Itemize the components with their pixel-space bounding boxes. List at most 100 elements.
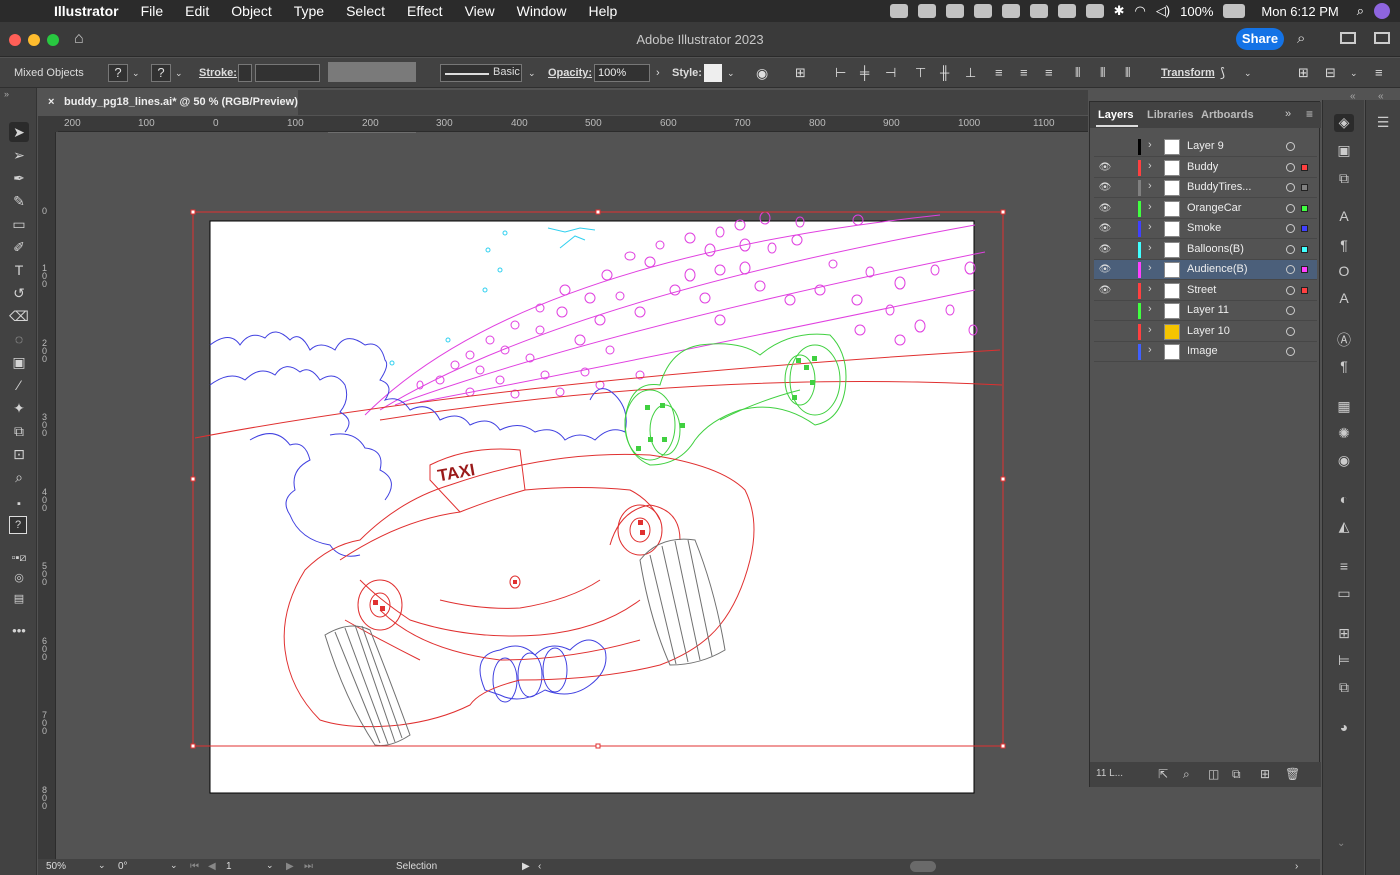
close-document-icon[interactable]: × [48,90,54,115]
menu-type[interactable]: Type [294,3,324,19]
eye-hidden-icon[interactable] [1098,141,1112,153]
transform-link[interactable]: Transform [1161,58,1215,88]
chevron-right-icon[interactable]: › [1148,201,1152,213]
clock[interactable]: Mon 6:12 PM [1261,4,1338,19]
collapse-properties-icon[interactable]: « [1378,91,1384,102]
eye-icon[interactable]: 👁 [1098,182,1112,194]
chevron-right-icon[interactable]: › [1148,139,1152,151]
layer-row[interactable]: 👁 › Balloons(B) [1094,240,1317,260]
layer-name[interactable]: Smoke [1187,222,1221,234]
time-machine-icon[interactable] [1085,4,1104,18]
type-tool-icon[interactable]: T [9,260,29,280]
first-artboard-icon[interactable]: ⏮ [190,861,199,872]
color-panel-icon[interactable]: ◐ [1334,491,1354,509]
scroll-right-icon[interactable]: › [1295,861,1298,872]
fill-dropdown-chevron-icon[interactable]: ⌄ [132,58,140,88]
drive-icon[interactable] [889,4,908,18]
layer-name[interactable]: Layer 11 [1187,304,1229,316]
cloud-icon[interactable] [1001,4,1020,18]
zoom-tool-icon[interactable]: ⌕ [9,467,29,487]
graphic-style-swatch[interactable] [704,64,722,82]
chevron-right-icon[interactable]: › [1148,160,1152,172]
align-left-icon[interactable]: ⊢ [835,58,846,88]
artboard[interactable] [209,220,975,794]
layer-row[interactable]: › Layer 9 [1094,137,1317,157]
brush-dropdown-chevron-icon[interactable]: ⌄ [528,58,536,88]
transform-options-icon[interactable]: ⟆ [1220,58,1225,88]
stroke-weight-input[interactable] [255,64,320,82]
creative-cloud-icon[interactable] [917,4,936,18]
rotation-chevron-icon[interactable]: ⌄ [170,860,178,871]
chevron-right-icon[interactable]: › [1148,303,1152,315]
chevron-right-icon[interactable]: › [1148,221,1152,233]
eyedropper-tool-icon[interactable]: ⁄ [9,375,29,395]
target-circle-icon[interactable] [1286,244,1295,254]
new-sublayer-icon[interactable]: ⧉ [1232,767,1241,782]
layer-name[interactable]: Layer 10 [1187,325,1230,337]
align-vcenter-icon[interactable]: ╫ [940,58,949,88]
color-guide-icon[interactable]: ◭ [1334,518,1354,536]
eye-hidden-icon[interactable] [1098,346,1112,358]
eye-icon[interactable]: 👁 [1098,285,1112,297]
pathfinder-panel-icon[interactable]: ⧉ [1334,679,1354,697]
swatches-panel-icon[interactable]: ▦ [1334,398,1354,416]
eye-icon[interactable]: 👁 [1098,162,1112,174]
trash-icon[interactable]: 🗑 [1285,767,1300,781]
lock-toggle[interactable] [1116,222,1130,236]
layer-row[interactable]: 👁 › OrangeCar [1094,199,1317,219]
selection-square[interactable] [1301,163,1308,171]
panel-expand-icon[interactable]: » [1285,108,1291,120]
control-bar-menu-icon[interactable]: ≡ [1375,58,1383,88]
selection-square[interactable] [1301,225,1308,232]
horizontal-ruler[interactable]: 200 100 0 100 200 300 400 500 600 700 80… [58,116,1088,132]
style-dropdown-chevron-icon[interactable]: ⌄ [727,58,735,88]
eye-icon[interactable]: 👁 [1098,223,1112,235]
layer-row[interactable]: 👁 › Smoke [1094,219,1317,239]
puppet-warp-tool-icon[interactable]: ✦ [9,398,29,418]
layers-panel-icon[interactable]: ◈ [1334,114,1354,132]
distribute-right-icon[interactable]: ⫴ [1125,58,1130,88]
eye-icon[interactable]: 👁 [1098,264,1112,276]
lasso-tool-icon[interactable]: ◌ [9,329,29,349]
lock-toggle[interactable] [1116,181,1130,195]
chevron-right-icon[interactable]: › [1148,283,1152,295]
layer-row[interactable]: › Layer 11 [1094,301,1317,321]
next-artboard-icon[interactable]: ▶ [286,861,294,872]
horizontal-scrollbar-thumb[interactable] [910,861,936,872]
brush-definition-box[interactable]: Basic [440,64,522,82]
layer-name[interactable]: Layer 9 [1187,140,1224,152]
share-button[interactable]: Share [1236,28,1284,50]
paintbrush-tool-icon[interactable]: ✐ [9,237,29,257]
panel-menu-icon[interactable]: ≡ [1306,107,1313,121]
volume-icon[interactable]: ◁) [1156,3,1170,19]
wifi-icon[interactable]: ◠ [1134,3,1145,19]
collect-for-export-icon[interactable]: ⇱ [1158,767,1168,781]
status-menu-icon[interactable]: ▶ [522,861,530,872]
make-clipping-mask-icon[interactable]: ◫ [1208,767,1219,781]
menu-object[interactable]: Object [231,3,271,19]
character-panel-icon[interactable]: A [1334,208,1354,226]
tab-layers[interactable]: Layers [1098,109,1133,121]
distribute-vcenter-icon[interactable]: ≡ [1020,58,1028,88]
stroke-weight-stepper[interactable] [238,64,252,82]
layer-name[interactable]: BuddyTires... [1187,181,1251,193]
chevron-right-icon[interactable]: › [1148,344,1152,356]
brushes-panel-icon[interactable]: ✺ [1334,425,1354,443]
gradient-panel-icon[interactable]: ▭ [1334,585,1354,603]
layer-name[interactable]: Street [1187,284,1216,296]
eraser-tool-icon[interactable]: ⌫ [9,306,29,326]
document-tab[interactable]: × buddy_pg18_lines.ai* @ 50 % (RGB/Previ… [38,90,298,115]
menu-select[interactable]: Select [346,3,385,19]
distribute-hcenter-icon[interactable]: ⫴ [1100,58,1105,88]
libraries-panel-icon[interactable]: ▣ [1334,142,1354,160]
lock-toggle[interactable] [1116,345,1130,359]
bluetooth-icon[interactable]: ✱ [1114,3,1125,19]
workspace-switcher-icon[interactable] [1374,32,1390,44]
draw-mode-icon[interactable]: ◎ [9,568,29,588]
recolor-artwork-icon[interactable]: ◉ [756,58,768,88]
layer-name[interactable]: Buddy [1187,161,1218,173]
appearance-panel-icon[interactable]: ◕ [1334,719,1354,737]
layer-row[interactable]: 👁 › BuddyTires... [1094,178,1317,198]
align-bottom-icon[interactable]: ⊥ [965,58,976,88]
curvature-tool-icon[interactable]: ✎ [9,191,29,211]
